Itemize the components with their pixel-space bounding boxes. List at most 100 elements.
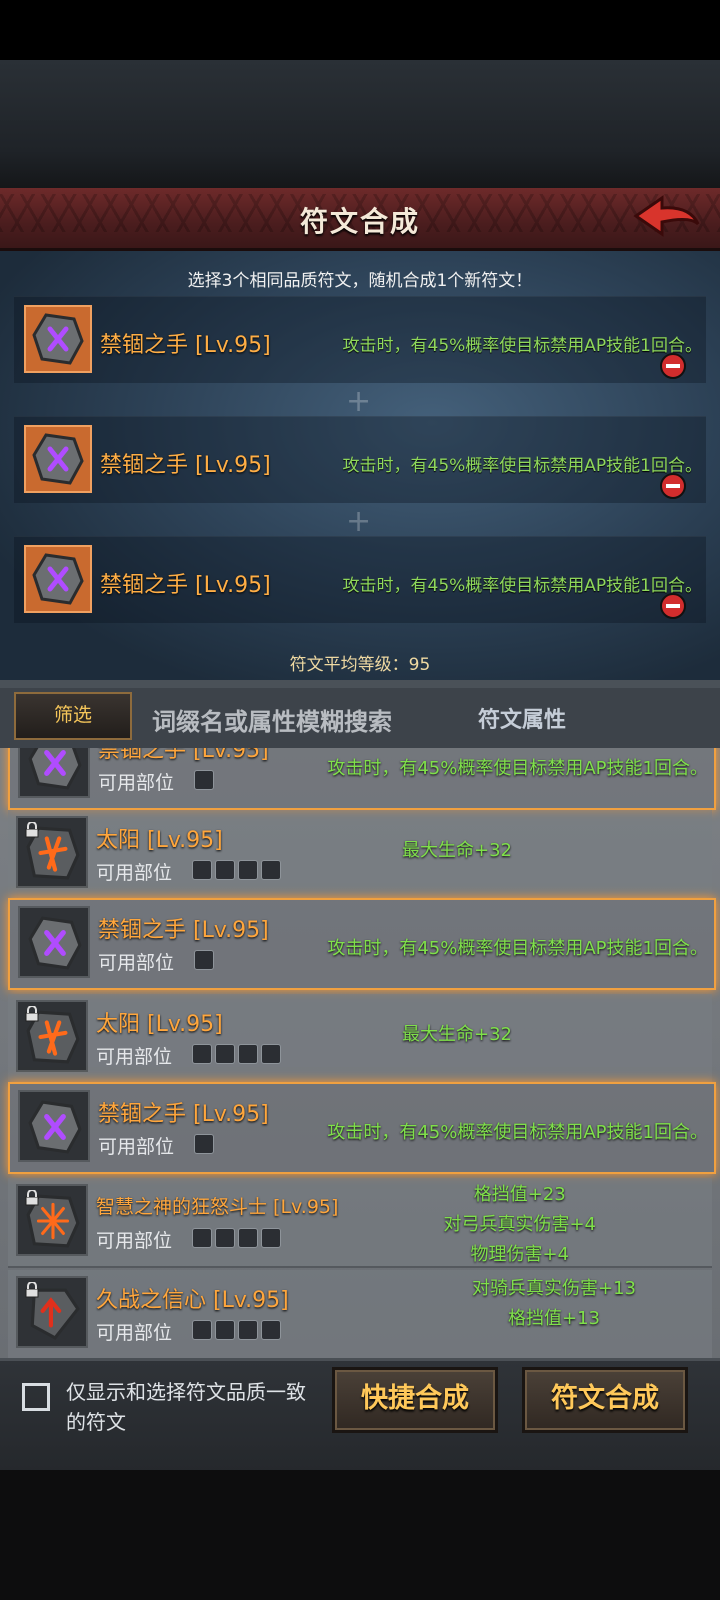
parts-label: 可用部位 [98,1136,175,1158]
rune-list: 禁锢之手 [Lv.95] 可用部位 攻击时，有45%概率使目标禁用AP技能1回合… [0,748,720,1358]
slot-rune-effect: 攻击时，有45%概率使目标禁用AP技能1回合。 [342,456,702,476]
weapon-slot-icon [192,1228,212,1248]
armor-slot-icon [215,1044,235,1064]
lock-icon [25,1190,39,1206]
purple-rune-icon [28,748,82,790]
boots-slot-icon [238,1044,258,1064]
part-icons [194,950,214,972]
slot-rune-name: 禁锢之手 [Lv.95] [100,333,271,358]
part-icons [192,1228,281,1250]
effect-line: 对弓兵真实伤害+4 [443,1214,596,1235]
rune-slot-frame [24,425,92,493]
panel-header: 符文合成 [0,188,720,251]
bottom-bar: 仅显示和选择符文品质一致的符文 快捷合成 符文合成 [0,1358,720,1473]
rune-name: 禁锢之手 [Lv.95] [98,1102,269,1127]
rune-effect: 最大生命+32 [402,840,512,861]
page-title: 符文合成 [299,205,420,238]
filter-button[interactable]: 筛选 [14,692,132,740]
rune-name: 禁锢之手 [Lv.95] [98,748,269,763]
rune-list-item[interactable]: 太阳 [Lv.95] 可用部位 最大生命+32 [8,810,712,900]
status-bar-area [0,0,720,60]
quality-filter-checkbox[interactable] [22,1383,50,1411]
part-icons [192,860,281,882]
remove-slot-button[interactable] [660,353,686,379]
rune-name: 太阳 [Lv.95] [96,828,223,853]
rune-slot-1[interactable]: 禁锢之手 [Lv.95] 攻击时，有45%概率使目标禁用AP技能1回合。 [14,296,706,383]
plus-icon: + [346,504,372,539]
remove-slot-button[interactable] [660,473,686,499]
part-icons [194,1134,214,1156]
rune-slot-frame [24,305,92,373]
rune-icon-frame [16,1184,88,1256]
rune-name: 久战之信心 [Lv.95] [96,1288,289,1313]
parts-label: 可用部位 [96,1046,173,1068]
average-level: 符文平均等级：95 [289,655,431,675]
rune-list-item[interactable]: 智慧之神的狂怒斗士 [Lv.95] 可用部位 格挡值+23 对弓兵真实伤害+4 … [8,1178,712,1268]
compose-hint: 选择3个相同品质符文，随机合成1个新符文！ [187,271,533,291]
rune-effect: 攻击时，有45%概率使目标禁用AP技能1回合。 [327,758,708,779]
helmet-slot-icon [192,860,212,880]
parts-label: 可用部位 [96,862,173,884]
rune-slot-frame [24,545,92,613]
purple-rune-icon [32,553,84,605]
weapon-slot-icon [194,950,214,970]
ring-slot-icon [261,1320,281,1340]
plus-icon: + [346,384,372,419]
rune-name: 禁锢之手 [Lv.95] [98,918,269,943]
slot-rune-effect: 攻击时，有45%概率使目标禁用AP技能1回合。 [342,576,702,596]
lock-icon [25,1006,39,1022]
rune-slot-2[interactable]: 禁锢之手 [Lv.95] 攻击时，有45%概率使目标禁用AP技能1回合。 [14,416,706,503]
rune-list-item[interactable]: 禁锢之手 [Lv.95] 可用部位 攻击时，有45%概率使目标禁用AP技能1回合… [8,898,716,990]
ring-slot-icon [261,860,281,880]
rune-slot-3[interactable]: 禁锢之手 [Lv.95] 攻击时，有45%概率使目标禁用AP技能1回合。 [14,536,706,623]
weapon-slot-icon [192,1320,212,1340]
helmet-slot-icon [192,1044,212,1064]
boots-slot-icon [238,860,258,880]
top-backdrop [0,60,720,190]
slot-rune-name: 禁锢之手 [Lv.95] [100,453,271,478]
part-icons [194,770,214,792]
lock-icon [25,822,39,838]
search-input[interactable]: 词缀名或属性模糊搜索 [152,702,392,737]
purple-rune-icon [28,916,82,970]
rune-name: 智慧之神的狂怒斗士 [Lv.95] [96,1196,339,1218]
parts-label: 可用部位 [96,1230,173,1252]
armor-slot-icon [215,1320,235,1340]
weapon-slot-icon [194,1134,214,1154]
rune-compose-button[interactable]: 符文合成 [522,1367,688,1433]
rune-effect: 最大生命+32 [402,1024,512,1045]
rune-icon-frame [16,816,88,888]
part-icons [192,1320,281,1342]
rune-name: 太阳 [Lv.95] [96,1012,223,1037]
remove-slot-button[interactable] [660,593,686,619]
armor-slot-icon [215,1228,235,1248]
purple-rune-icon [32,313,84,365]
rune-list-item[interactable]: 久战之信心 [Lv.95] 可用部位 对骑兵真实伤害+13 格挡值+13 [8,1270,712,1358]
rune-list-item[interactable]: 禁锢之手 [Lv.95] 可用部位 攻击时，有45%概率使目标禁用AP技能1回合… [8,1082,716,1174]
slot-rune-name: 禁锢之手 [Lv.95] [100,573,271,598]
ring-slot-icon [261,1228,281,1248]
parts-label: 可用部位 [98,952,175,974]
rune-effect: 攻击时，有45%概率使目标禁用AP技能1回合。 [327,1122,708,1143]
rune-icon-frame [16,1276,88,1348]
armor-slot-icon [215,860,235,880]
rune-effect: 攻击时，有45%概率使目标禁用AP技能1回合。 [327,938,708,959]
rune-list-item[interactable]: 禁锢之手 [Lv.95] 可用部位 攻击时，有45%概率使目标禁用AP技能1回合… [8,748,716,810]
back-arrow-icon[interactable] [632,194,702,240]
rune-icon-frame [16,1000,88,1072]
purple-rune-icon [28,1100,82,1154]
checkbox-label: 仅显示和选择符文品质一致的符文 [66,1380,306,1434]
rune-attr-dropdown[interactable]: 符文属性 [478,702,566,734]
ring-slot-icon [261,1044,281,1064]
slot-rune-effect: 攻击时，有45%概率使目标禁用AP技能1回合。 [342,336,702,356]
rune-list-item[interactable]: 太阳 [Lv.95] 可用部位 最大生命+32 [8,994,712,1084]
parts-label: 可用部位 [98,772,175,794]
quick-compose-button[interactable]: 快捷合成 [332,1367,498,1433]
filter-bar: 筛选 词缀名或属性模糊搜索 符文属性 [0,688,720,748]
effect-line: 对骑兵真实伤害+13 [472,1278,636,1299]
boots-slot-icon [238,1228,258,1248]
boots-slot-icon [238,1320,258,1340]
part-icons [192,1044,281,1066]
rune-effect-lines: 格挡值+23 对弓兵真实伤害+4 物理伤害+4 [443,1180,596,1270]
effect-line: 格挡值+23 [473,1184,566,1205]
